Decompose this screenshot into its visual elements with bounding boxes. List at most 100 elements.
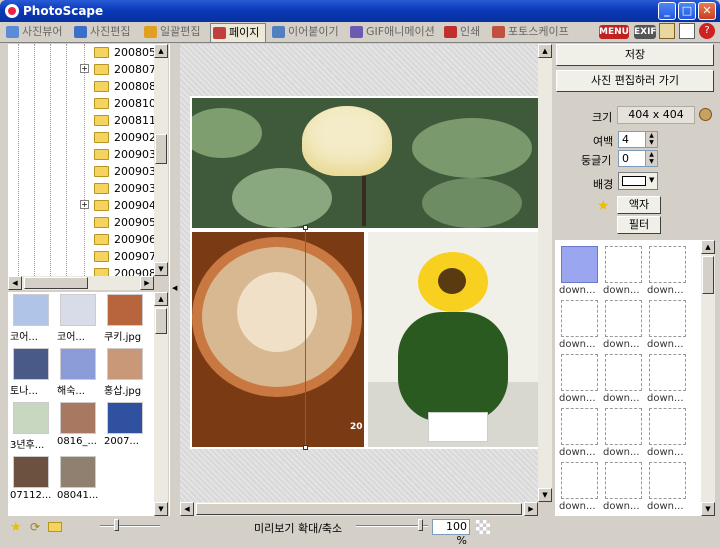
thumbnail-item[interactable]: 홍삽.jpg xyxy=(104,348,146,398)
background-color-picker[interactable]: ▼ xyxy=(618,172,658,190)
layout-item[interactable]: down... xyxy=(559,246,599,298)
layout-item[interactable]: down... xyxy=(559,462,599,514)
layout-item[interactable]: down... xyxy=(559,408,599,460)
copy-icon[interactable] xyxy=(679,23,695,39)
tab-print[interactable]: 인쇄 xyxy=(442,23,488,42)
collapse-arrow-icon[interactable]: ◀ xyxy=(172,284,177,292)
folder-icon[interactable] xyxy=(48,522,62,532)
photo-sunflower[interactable] xyxy=(368,232,540,447)
folder-tree-item[interactable]: 2009032 xyxy=(8,180,154,197)
folder-tree-item[interactable]: 2008101 xyxy=(8,95,154,112)
panel-splitter[interactable]: ◀ xyxy=(169,44,180,516)
exif-button[interactable]: EXIF xyxy=(634,25,657,39)
thumbnail-item[interactable]: 해숙... xyxy=(57,348,99,398)
scroll-right-button[interactable]: ▶ xyxy=(140,276,154,290)
layout-item[interactable]: down... xyxy=(647,300,687,352)
thumbnail-item[interactable]: 0816_... xyxy=(57,402,99,452)
folder-tree-item[interactable]: 2009061 xyxy=(8,231,154,248)
scrollbar-thumb[interactable] xyxy=(196,503,522,515)
favorite-star-icon[interactable]: ★ xyxy=(10,520,22,535)
thumbnail-item[interactable]: 3년후... xyxy=(10,402,52,452)
transparency-icon[interactable] xyxy=(476,520,490,534)
layout-item[interactable]: down... xyxy=(603,246,643,298)
slider-knob[interactable] xyxy=(418,519,423,531)
filter-button[interactable]: 필터 xyxy=(617,216,661,234)
thumbnail-item[interactable]: 코어... xyxy=(10,294,52,344)
thumbnail-item[interactable]: 쿠키.jpg xyxy=(104,294,146,344)
spin-arrows-icon[interactable]: ▲ ▼ xyxy=(645,132,657,147)
tab-photoscape[interactable]: 포토스케이프 xyxy=(490,23,580,42)
folder-tree-hscrollbar[interactable]: ◀ ▶ xyxy=(8,276,154,290)
scroll-down-button[interactable]: ▼ xyxy=(154,502,168,516)
expand-icon[interactable]: + xyxy=(80,200,89,209)
layout-item[interactable]: down... xyxy=(603,300,643,352)
tab-combine[interactable]: 이어붙이기 xyxy=(270,23,346,42)
refresh-icon[interactable]: ⟳ xyxy=(30,520,40,534)
scroll-left-button[interactable]: ◀ xyxy=(180,502,194,516)
folder-tree-item[interactable]: 2009021 xyxy=(8,129,154,146)
layout-item[interactable]: down... xyxy=(647,354,687,406)
layout-item[interactable]: down... xyxy=(647,408,687,460)
tab-viewer[interactable]: 사진뷰어 xyxy=(4,23,70,42)
thumbnail-item[interactable]: 코어... xyxy=(57,294,99,344)
maximize-button[interactable]: □ xyxy=(678,2,696,20)
layout-item[interactable]: down... xyxy=(647,462,687,514)
layout-item[interactable]: down... xyxy=(559,354,599,406)
scroll-up-button[interactable]: ▲ xyxy=(154,292,168,306)
folder-tree-item[interactable]: 2009052 xyxy=(8,214,154,231)
round-spinner[interactable]: 0 ▲ ▼ xyxy=(618,150,658,167)
scroll-right-button[interactable]: ▶ xyxy=(524,502,538,516)
minimize-button[interactable]: _ xyxy=(658,2,676,20)
folder-view-icon[interactable] xyxy=(659,23,675,39)
folder-tree-item[interactable]: 2009080 xyxy=(8,265,154,276)
close-button[interactable]: ✕ xyxy=(698,2,716,20)
layout-scrollbar[interactable]: ▲ ▼ xyxy=(701,240,715,516)
thumbnail-item[interactable]: 토나... xyxy=(10,348,52,398)
layout-item[interactable]: down... xyxy=(603,462,643,514)
frame-button[interactable]: 액자 xyxy=(617,196,661,214)
zoom-value[interactable]: 100 % xyxy=(432,519,470,547)
scrollbar-thumb[interactable] xyxy=(155,134,167,164)
thumbnail-item[interactable]: 07112... xyxy=(10,456,52,506)
scroll-left-button[interactable]: ◀ xyxy=(8,276,22,290)
thumbnail-scrollbar[interactable]: ▲ ▼ xyxy=(154,292,168,516)
spin-arrows-icon[interactable]: ▲ ▼ xyxy=(645,151,657,166)
thumbnail-item[interactable]: 2007... xyxy=(104,402,146,452)
folder-tree-item[interactable]: 2008051 xyxy=(8,44,154,61)
slider-knob[interactable] xyxy=(114,519,119,531)
scroll-up-button[interactable]: ▲ xyxy=(701,240,715,254)
menu-button[interactable]: MENU xyxy=(599,25,629,39)
photo-coffee[interactable]: 20 xyxy=(192,232,364,447)
photo-water-lily[interactable] xyxy=(192,98,540,228)
scroll-down-button[interactable]: ▼ xyxy=(701,502,715,516)
scroll-up-button[interactable]: ▲ xyxy=(154,44,168,58)
canvas-hscrollbar[interactable]: ◀ ▶ xyxy=(180,502,538,516)
layout-item[interactable]: down... xyxy=(603,408,643,460)
layout-item[interactable]: down... xyxy=(603,354,643,406)
scroll-down-button[interactable]: ▼ xyxy=(154,262,168,276)
scrollbar-thumb[interactable] xyxy=(702,256,714,294)
expand-icon[interactable]: + xyxy=(80,64,89,73)
folder-tree-item[interactable]: +2009041 xyxy=(8,197,154,214)
star-icon[interactable]: ★ xyxy=(597,198,610,214)
tab-editor[interactable]: 사진편집 xyxy=(72,23,140,42)
save-button[interactable]: 저장 xyxy=(556,44,714,66)
go-edit-button[interactable]: 사진 편집하러 가기 xyxy=(556,70,714,92)
thumbnail-size-slider[interactable] xyxy=(100,525,160,527)
help-icon[interactable]: ? xyxy=(699,23,715,39)
canvas-vscrollbar[interactable]: ▲ ▼ xyxy=(538,44,552,502)
folder-tree-item[interactable]: 2008080 xyxy=(8,78,154,95)
margin-spinner[interactable]: 4 ▲ ▼ xyxy=(618,131,658,148)
folder-tree-item[interactable]: 2009032 xyxy=(8,146,154,163)
scrollbar-thumb[interactable] xyxy=(155,308,167,334)
settings-icon[interactable] xyxy=(699,108,712,121)
tab-gif[interactable]: GIF애니메이션 xyxy=(348,23,440,42)
folder-tree-item[interactable]: +2008070 xyxy=(8,61,154,78)
layout-item[interactable]: down... xyxy=(647,246,687,298)
scroll-up-button[interactable]: ▲ xyxy=(538,44,552,58)
tab-page[interactable]: 페이지 xyxy=(210,23,266,42)
folder-tree-scrollbar[interactable]: ▲ ▼ xyxy=(154,44,168,276)
scroll-down-button[interactable]: ▼ xyxy=(538,488,552,502)
folder-tree-item[interactable]: 2008112 xyxy=(8,112,154,129)
scrollbar-thumb[interactable] xyxy=(24,277,88,289)
